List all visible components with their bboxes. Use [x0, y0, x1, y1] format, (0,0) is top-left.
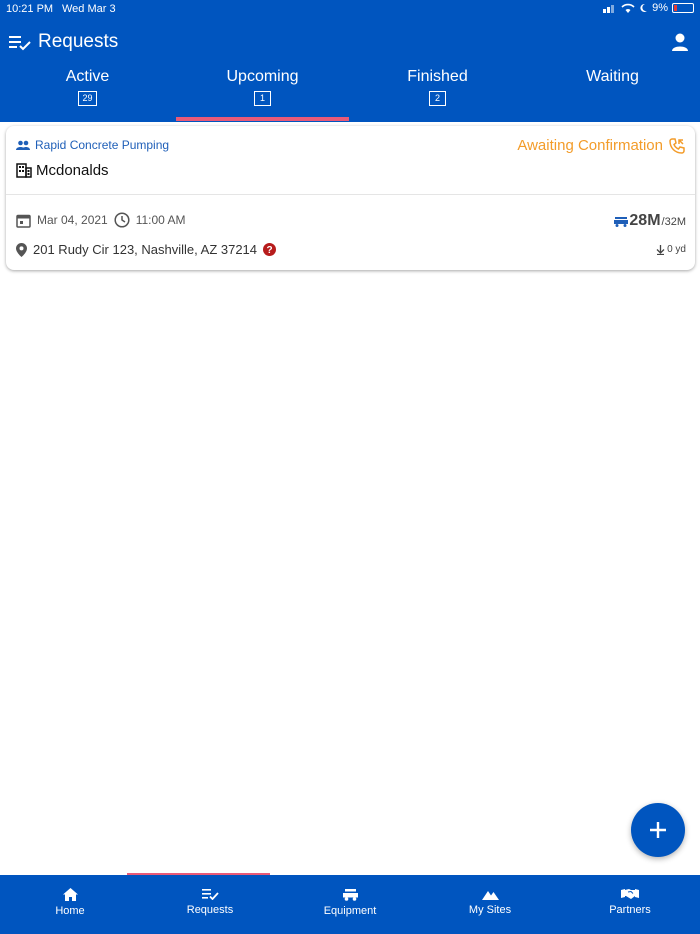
- tab-finished[interactable]: Finished 2: [350, 64, 525, 122]
- nav-label: Equipment: [323, 905, 377, 917]
- yardage: 0 yd: [656, 244, 686, 255]
- nav-home[interactable]: Home: [0, 875, 140, 934]
- site-row: Mcdonalds: [16, 162, 109, 179]
- phone-callback-icon[interactable]: [669, 137, 685, 154]
- user-icon[interactable]: [670, 32, 690, 52]
- tab-count-badge: 2: [429, 91, 446, 106]
- status-time: 10:21 PM: [6, 3, 54, 15]
- top-app-bar: 10:21 PM Wed Mar 3 9% Requests Active 29: [0, 0, 700, 122]
- company-row: Rapid Concrete Pumping: [16, 138, 169, 152]
- tab-waiting[interactable]: Waiting: [525, 64, 700, 122]
- building-icon: [16, 163, 32, 178]
- address-row: 201 Rudy Cir 123, Nashville, AZ 37214 ?: [16, 242, 277, 257]
- schedule-row: Mar 04, 2021 11:00 AM: [16, 212, 186, 228]
- location-pin-icon: [16, 242, 27, 257]
- tab-count-badge: 29: [78, 91, 97, 106]
- calendar-icon: [16, 214, 31, 228]
- status-badge: Awaiting Confirmation: [517, 137, 685, 154]
- request-card[interactable]: Rapid Concrete Pumping Awaiting Confirma…: [6, 126, 695, 270]
- tab-label: Waiting: [586, 68, 639, 85]
- svg-text:?: ?: [266, 245, 272, 256]
- battery-icon: [672, 3, 694, 13]
- clock-icon: [114, 212, 130, 228]
- boom-size-value: 28M: [629, 212, 661, 229]
- moon-icon: [640, 3, 648, 12]
- tab-label: Active: [65, 68, 110, 85]
- tab-upcoming[interactable]: Upcoming 1: [175, 64, 350, 122]
- company-name: Rapid Concrete Pumping: [35, 138, 170, 152]
- nav-my-sites[interactable]: My Sites: [420, 875, 560, 934]
- status-date: Wed Mar 3: [62, 3, 116, 15]
- request-tabs: Active 29 Upcoming 1 Finished 2 Waiting: [0, 64, 700, 122]
- wifi-icon: [621, 3, 635, 13]
- checklist-icon: [201, 889, 219, 900]
- card-divider: [6, 194, 695, 195]
- boom-size-max: /32M: [661, 216, 686, 228]
- nav-label: My Sites: [468, 904, 512, 916]
- tab-count-badge: 1: [254, 91, 271, 106]
- nav-equipment[interactable]: Equipment: [280, 875, 420, 934]
- pump-truck-icon: [342, 889, 358, 901]
- mountains-icon: [481, 891, 499, 900]
- boom-size: 28M /32M: [614, 212, 686, 230]
- tab-label: Upcoming: [226, 68, 299, 85]
- status-bar: 10:21 PM Wed Mar 3 9%: [0, 0, 700, 20]
- yardage-value: 0 yd: [667, 244, 686, 255]
- checklist-icon[interactable]: [9, 34, 33, 52]
- battery-percent: 9%: [652, 2, 668, 14]
- add-request-button[interactable]: [631, 803, 685, 857]
- request-time: 11:00 AM: [135, 213, 186, 227]
- site-name: Mcdonalds: [36, 162, 109, 179]
- arrow-down-icon: [656, 244, 665, 255]
- status-text: Awaiting Confirmation: [517, 137, 663, 154]
- nav-label: Home: [55, 905, 85, 917]
- help-icon[interactable]: ?: [263, 243, 277, 256]
- tab-label: Finished: [407, 68, 468, 85]
- nav-label: Requests: [186, 904, 234, 916]
- tab-active[interactable]: Active 29: [0, 64, 175, 122]
- request-date: Mar 04, 2021: [37, 213, 108, 227]
- active-tab-indicator: [176, 117, 349, 121]
- people-icon: [16, 140, 30, 150]
- nav-partners[interactable]: Partners: [560, 875, 700, 934]
- nav-label: Partners: [609, 904, 651, 916]
- plus-icon: [650, 822, 666, 838]
- signal-icon: [603, 5, 615, 13]
- page-title: Requests: [38, 31, 119, 52]
- home-icon: [62, 888, 78, 901]
- nav-requests[interactable]: Requests: [140, 875, 280, 934]
- bottom-navigation: Home Requests Equipment My Sites Partner…: [0, 875, 700, 934]
- pump-truck-icon: [614, 217, 629, 227]
- app-root: 10:21 PM Wed Mar 3 9% Requests Active 29: [0, 0, 700, 934]
- handshake-icon: [621, 889, 639, 899]
- site-address: 201 Rudy Cir 123, Nashville, AZ 37214: [33, 242, 258, 257]
- status-indicators: 9%: [603, 2, 694, 14]
